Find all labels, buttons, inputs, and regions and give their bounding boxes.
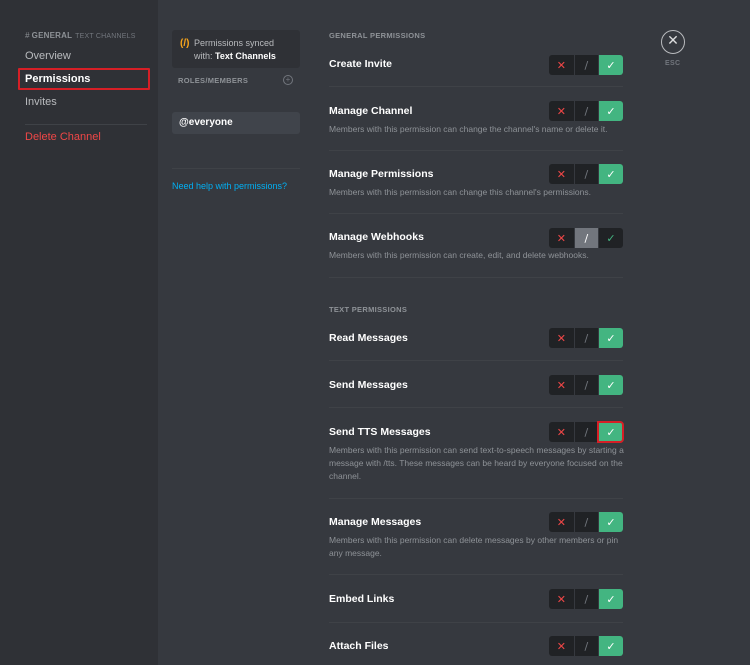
perm-toggle-manage-messages: ✕ / ✓ bbox=[549, 512, 623, 532]
perm-desc-send-tts-messages: Members with this permission can send te… bbox=[329, 445, 624, 481]
sidebar-item-delete-channel[interactable]: Delete Channel bbox=[25, 131, 101, 143]
settings-sidebar: # GENERAL TEXT CHANNELS Overview Permissio… bbox=[0, 0, 158, 665]
perm-toggle-manage-permissions: ✕ / ✓ bbox=[549, 164, 623, 184]
neutral-toggle-button[interactable]: / bbox=[573, 422, 599, 442]
sidebar-item-overview[interactable]: Overview bbox=[25, 50, 71, 62]
perm-divider bbox=[329, 498, 623, 499]
perm-desc-manage-webhooks: Members with this permission can create,… bbox=[329, 250, 589, 260]
deny-toggle-button[interactable]: ✕ bbox=[549, 422, 574, 442]
perm-toggle-send-tts-messages: ✕ / ✓ bbox=[549, 421, 624, 443]
permissions-list: GENERAL PERMISSIONS Create Invite ✕ / ✓ Manag… bbox=[314, 0, 644, 665]
perm-name-send-messages: Send Messages bbox=[329, 379, 408, 391]
perm-divider bbox=[329, 86, 623, 87]
perm-desc-manage-messages: Members with this permission can delete … bbox=[329, 535, 619, 558]
allow-toggle-button[interactable]: ✓ bbox=[598, 589, 623, 609]
sidebar-category-header: # GENERAL TEXT CHANNELS bbox=[25, 31, 136, 40]
neutral-toggle-button[interactable]: / bbox=[573, 55, 599, 75]
neutral-toggle-button[interactable]: / bbox=[573, 375, 599, 395]
permissions-highlight-box bbox=[18, 68, 150, 90]
perm-divider bbox=[329, 622, 623, 623]
esc-label: ESC bbox=[665, 60, 681, 67]
allow-toggle-button[interactable]: ✓ bbox=[597, 421, 624, 443]
close-icon[interactable]: ✕ bbox=[661, 30, 685, 54]
perm-name-manage-messages: Manage Messages bbox=[329, 516, 422, 528]
perm-name-manage-webhooks: Manage Webhooks bbox=[329, 231, 424, 243]
allow-toggle-button[interactable]: ✓ bbox=[598, 101, 623, 121]
neutral-toggle-button[interactable]: / bbox=[573, 589, 599, 609]
allow-toggle-button[interactable]: ✓ bbox=[598, 55, 623, 75]
allow-toggle-button[interactable]: ✓ bbox=[598, 228, 623, 248]
category-name: GENERAL bbox=[31, 31, 73, 40]
section-title: TEXT PERMISSIONS bbox=[329, 305, 408, 314]
neutral-toggle-button[interactable]: / bbox=[573, 101, 599, 121]
perm-divider bbox=[329, 150, 623, 151]
perm-name-attach-files: Attach Files bbox=[329, 640, 389, 652]
allow-toggle-button[interactable]: ✓ bbox=[598, 512, 623, 532]
allow-toggle-button[interactable]: ✓ bbox=[598, 375, 623, 395]
deny-toggle-button[interactable]: ✕ bbox=[549, 589, 574, 609]
sync-notice: (/) Permissions synced with: Text Channe… bbox=[172, 30, 300, 68]
perm-desc-manage-channel: Members with this permission can change … bbox=[329, 124, 608, 134]
add-role-icon[interactable]: + bbox=[283, 75, 293, 85]
sidebar-item-invites[interactable]: Invites bbox=[25, 96, 57, 108]
perm-desc-manage-permissions: Members with this permission can change … bbox=[329, 187, 591, 197]
allow-toggle-button[interactable]: ✓ bbox=[598, 636, 623, 656]
deny-toggle-button[interactable]: ✕ bbox=[549, 55, 574, 75]
sync-channel-name: Text Channels bbox=[215, 51, 276, 61]
role-everyone[interactable]: @everyone bbox=[172, 112, 300, 134]
allow-toggle-button[interactable]: ✓ bbox=[598, 328, 623, 348]
perm-name-read-messages: Read Messages bbox=[329, 332, 408, 344]
perm-toggle-read-messages: ✕ / ✓ bbox=[549, 328, 623, 348]
perm-toggle-create-invite: ✕ / ✓ bbox=[549, 55, 623, 75]
sync-prefix: with: bbox=[194, 51, 213, 61]
perm-toggle-attach-files: ✕ / ✓ bbox=[549, 636, 623, 656]
deny-toggle-button[interactable]: ✕ bbox=[549, 164, 574, 184]
deny-toggle-button[interactable]: ✕ bbox=[549, 228, 574, 248]
perm-divider bbox=[329, 574, 623, 575]
help-permissions-link[interactable]: Need help with permissions? bbox=[172, 181, 287, 191]
allow-toggle-button[interactable]: ✓ bbox=[598, 164, 623, 184]
perm-name-send-tts-messages: Send TTS Messages bbox=[329, 426, 431, 438]
sync-text-line2: with: Text Channels bbox=[194, 51, 276, 61]
neutral-toggle-button[interactable]: / bbox=[573, 636, 599, 656]
perm-toggle-manage-channel: ✕ / ✓ bbox=[549, 101, 623, 121]
settings-window: # GENERAL TEXT CHANNELS Overview Permissio… bbox=[0, 0, 750, 665]
perm-divider bbox=[329, 277, 623, 278]
sync-text-line1: Permissions synced bbox=[194, 38, 275, 48]
deny-toggle-button[interactable]: ✕ bbox=[549, 636, 574, 656]
perm-name-manage-permissions: Manage Permissions bbox=[329, 168, 434, 180]
perm-divider bbox=[329, 213, 623, 214]
sidebar-divider bbox=[25, 124, 147, 125]
perm-toggle-send-messages: ✕ / ✓ bbox=[549, 375, 623, 395]
deny-toggle-button[interactable]: ✕ bbox=[549, 101, 574, 121]
sync-icon: (/) bbox=[180, 38, 190, 49]
neutral-toggle-button[interactable]: / bbox=[573, 512, 599, 532]
perm-divider bbox=[329, 407, 623, 408]
roles-panel: (/) Permissions synced with: Text Channe… bbox=[158, 0, 314, 665]
perm-toggle-embed-links: ✕ / ✓ bbox=[549, 589, 623, 609]
category-sub: TEXT CHANNELS bbox=[75, 33, 136, 40]
perm-divider bbox=[329, 360, 623, 361]
neutral-toggle-button[interactable]: / bbox=[573, 228, 599, 248]
perm-name-embed-links: Embed Links bbox=[329, 593, 395, 605]
perm-toggle-manage-webhooks: ✕ / ✓ bbox=[549, 228, 623, 248]
roles-members-header: ROLES/MEMBERS bbox=[178, 76, 249, 85]
perm-name-manage-channel: Manage Channel bbox=[329, 105, 413, 117]
neutral-toggle-button[interactable]: / bbox=[573, 164, 599, 184]
neutral-toggle-button[interactable]: / bbox=[573, 328, 599, 348]
section-title: GENERAL PERMISSIONS bbox=[329, 31, 426, 40]
deny-toggle-button[interactable]: ✕ bbox=[549, 375, 574, 395]
deny-toggle-button[interactable]: ✕ bbox=[549, 328, 574, 348]
deny-toggle-button[interactable]: ✕ bbox=[549, 512, 574, 532]
roles-divider bbox=[172, 168, 300, 169]
perm-name-create-invite: Create Invite bbox=[329, 58, 393, 70]
